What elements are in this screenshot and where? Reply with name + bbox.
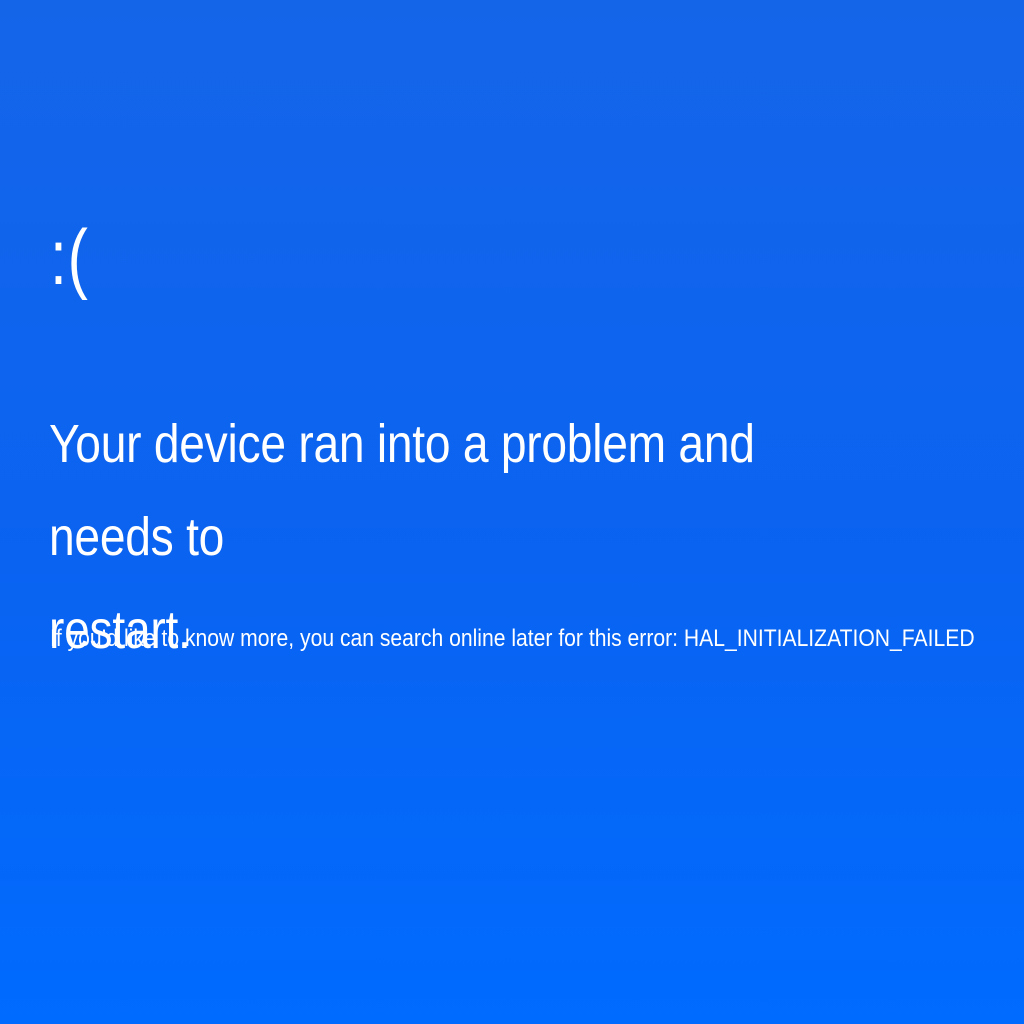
bsod-screen: :( Your device ran into a problem and ne… xyxy=(0,0,1024,1024)
sad-face-emoticon: :( xyxy=(50,213,89,301)
error-code: HAL_INITIALIZATION_FAILED xyxy=(683,625,975,652)
search-info-text: If you’d like to know more, you can sear… xyxy=(50,624,975,654)
error-message-line-1: Your device ran into a problem and needs… xyxy=(49,414,755,567)
search-info-prefix: If you’d like to know more, you can sear… xyxy=(50,625,684,652)
